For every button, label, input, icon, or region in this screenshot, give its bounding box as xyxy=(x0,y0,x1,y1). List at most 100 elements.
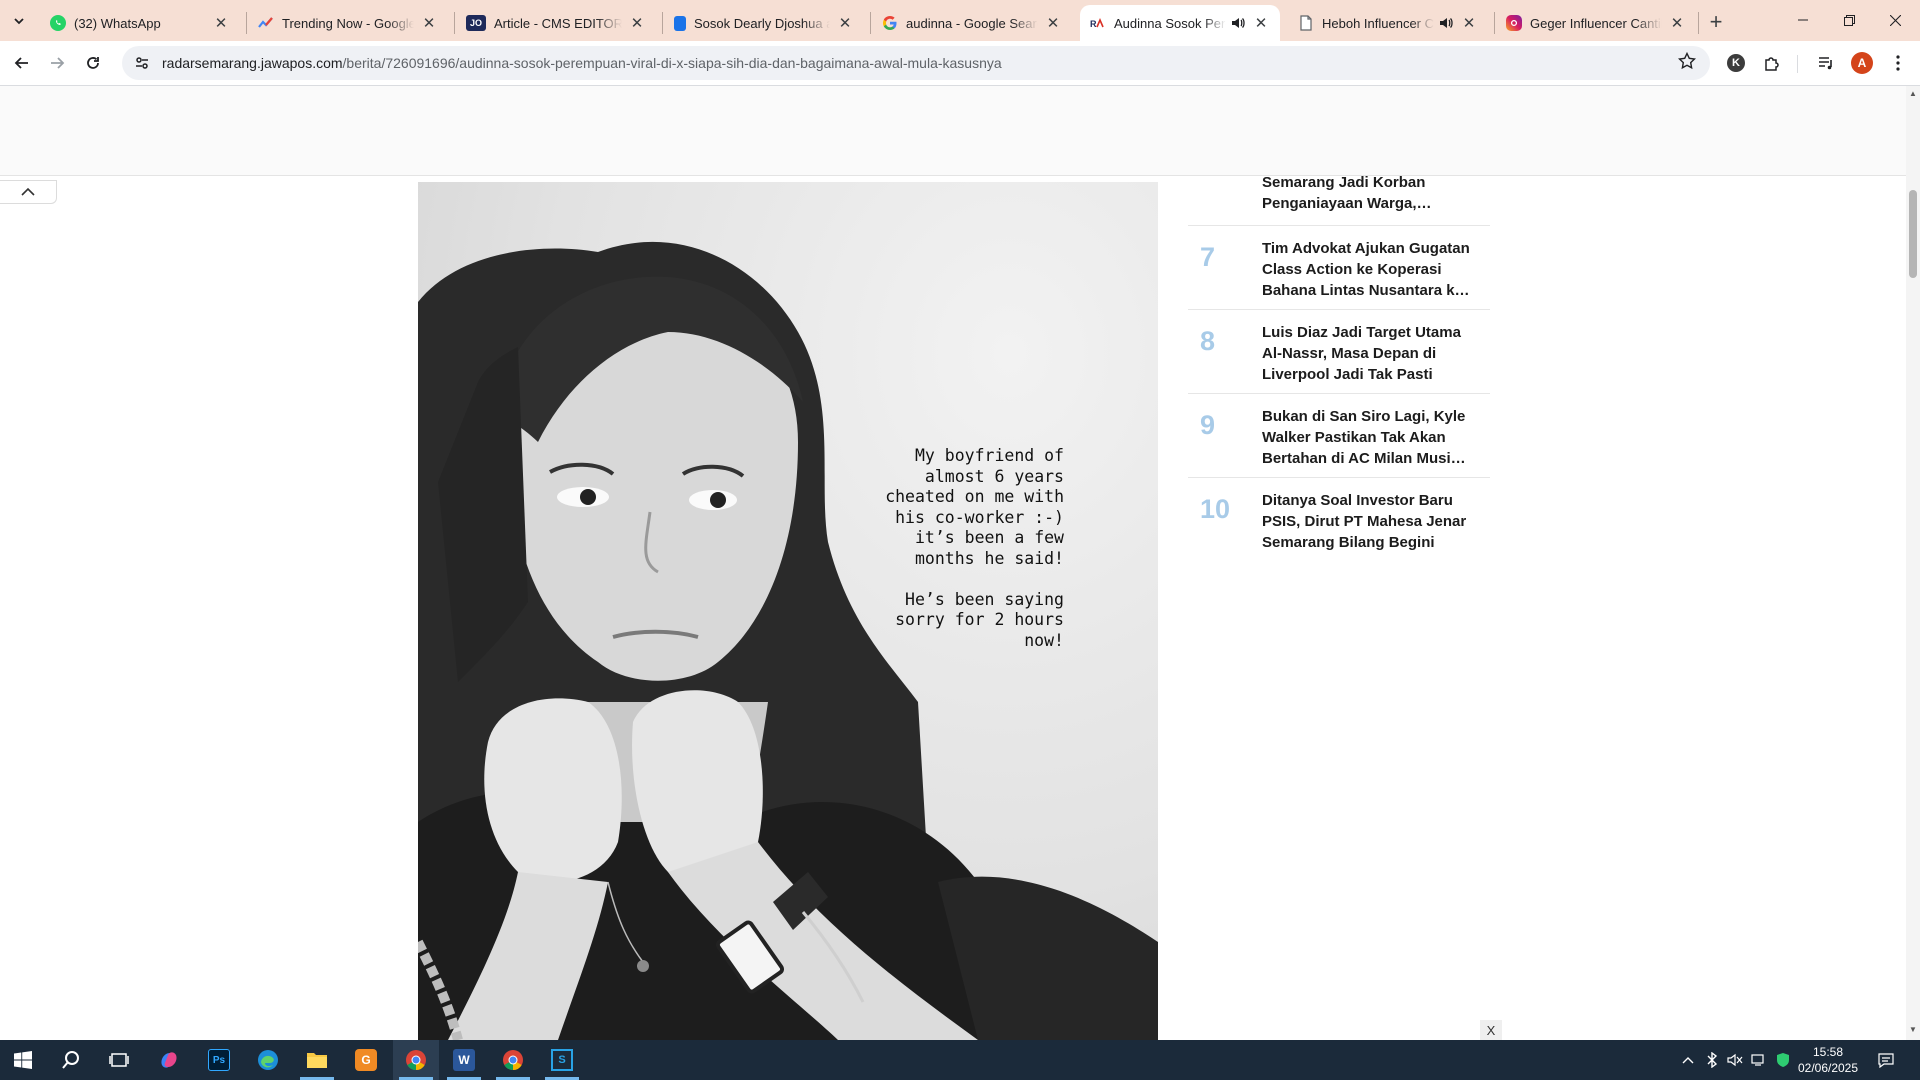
speaker-icon[interactable] xyxy=(1438,15,1454,31)
close-icon[interactable]: ✕ xyxy=(836,14,854,32)
tab-whatsapp[interactable]: (32) WhatsApp ✕ xyxy=(40,5,240,41)
reload-button[interactable] xyxy=(78,48,108,78)
volume-tray[interactable] xyxy=(1724,1040,1746,1080)
taskbar-app-chrome[interactable] xyxy=(393,1040,439,1080)
notification-icon xyxy=(1878,1053,1894,1068)
notifications-button[interactable] xyxy=(1872,1040,1900,1080)
close-icon[interactable]: ✕ xyxy=(1668,14,1686,32)
bookmark-star-button[interactable] xyxy=(1677,51,1700,74)
tab-separator xyxy=(870,12,871,34)
taskbar-app-blue[interactable]: S xyxy=(539,1040,585,1080)
speaker-icon[interactable] xyxy=(1230,15,1246,31)
taskbar-clock[interactable]: 15:58 02/06/2025 xyxy=(1788,1044,1868,1076)
tab-geger-influencer[interactable]: Geger Influencer Cantik S ✕ xyxy=(1496,5,1696,41)
close-window-button[interactable] xyxy=(1872,0,1918,40)
copilot-icon xyxy=(161,1052,177,1068)
tab-strip: (32) WhatsApp ✕ Trending Now - Google Tr… xyxy=(0,0,1920,41)
close-icon[interactable]: ✕ xyxy=(420,14,438,32)
tab-google-search[interactable]: audinna - Google Search ✕ xyxy=(872,5,1072,41)
trending-item-title[interactable]: Bukan di San Siro Lagi, Kyle Walker Past… xyxy=(1262,406,1484,469)
tab-heboh-influencer[interactable]: Heboh Influencer Cantik ✕ xyxy=(1288,5,1488,41)
tab-separator xyxy=(454,12,455,34)
extensions-button[interactable] xyxy=(1758,49,1786,77)
bluetooth-tray[interactable] xyxy=(1702,1040,1722,1080)
network-tray[interactable] xyxy=(1748,1040,1770,1080)
trending-item[interactable]: 8 Luis Diaz Jadi Target Utama Al-Nassr, … xyxy=(1188,310,1490,394)
url-path: /berita/726091696/audinna-sosok-perempua… xyxy=(342,55,1002,71)
browser-toolbar: radarsemarang.jawapos.com/berita/7260916… xyxy=(0,41,1920,86)
back-button[interactable] xyxy=(7,48,37,78)
tab-google-trends[interactable]: Trending Now - Google Trends ✕ xyxy=(248,5,448,41)
trending-item[interactable]: 9 Bukan di San Siro Lagi, Kyle Walker Pa… xyxy=(1188,394,1490,478)
folder-icon xyxy=(307,1053,327,1068)
tune-icon xyxy=(136,57,148,69)
tab-audinna-active[interactable]: R Audinna Sosok Perempuan ✕ xyxy=(1080,5,1280,41)
collapse-header-button[interactable] xyxy=(0,180,57,204)
trending-item-title[interactable]: Semarang Jadi Korban Penganiayaan Warga,… xyxy=(1262,172,1484,214)
site-info-button[interactable] xyxy=(126,47,158,79)
svg-text:R: R xyxy=(1090,19,1097,29)
tab-search-button[interactable] xyxy=(6,8,32,34)
reload-icon xyxy=(87,57,99,69)
tab-title: Trending Now - Google Trends xyxy=(282,15,414,31)
windows-logo-icon xyxy=(14,1051,32,1069)
page-scrollbar[interactable]: ▲ ▼ xyxy=(1906,86,1920,1040)
edge-icon xyxy=(258,1050,278,1070)
tab-title: (32) WhatsApp xyxy=(74,15,161,31)
scrollbar-thumb[interactable] xyxy=(1909,190,1917,278)
close-icon[interactable]: ✕ xyxy=(1252,14,1270,32)
trending-item-title[interactable]: Ditanya Soal Investor Baru PSIS, Dirut P… xyxy=(1262,490,1484,553)
tab-title: Sosok Dearly Djoshua atau xyxy=(694,15,830,31)
taskbar-app-chrome-profile[interactable] xyxy=(490,1040,536,1080)
show-hidden-icons-button[interactable] xyxy=(1678,1040,1698,1080)
trending-item-number: 8 xyxy=(1200,326,1216,356)
jawapos-icon: R xyxy=(1090,15,1106,31)
close-icon[interactable]: ✕ xyxy=(212,14,230,32)
address-bar[interactable]: radarsemarang.jawapos.com/berita/7260916… xyxy=(122,46,1710,80)
extension-k-button[interactable]: K xyxy=(1722,49,1750,77)
trending-item[interactable]: 7 Tim Advokat Ajukan Gugatan Class Actio… xyxy=(1188,226,1490,310)
profile-button[interactable]: A xyxy=(1848,49,1876,77)
tab-title: audinna - Google Search xyxy=(906,15,1038,31)
doc-icon xyxy=(674,15,686,31)
taskbar-app-copilot[interactable] xyxy=(146,1040,192,1080)
close-icon[interactable]: ✕ xyxy=(628,14,646,32)
taskbar-app-word[interactable]: W xyxy=(441,1040,487,1080)
tab-cms-editor[interactable]: JO Article - CMS EDITOR ✕ xyxy=(456,5,656,41)
tab-title: Audinna Sosok Perempuan xyxy=(1114,15,1226,31)
search-button[interactable] xyxy=(48,1040,94,1080)
trending-item[interactable]: 10 Ditanya Soal Investor Baru PSIS, Diru… xyxy=(1188,478,1490,562)
forward-button[interactable] xyxy=(42,48,72,78)
media-control-button[interactable] xyxy=(1812,49,1840,77)
scroll-up-arrow[interactable]: ▲ xyxy=(1909,90,1917,98)
trending-item-title[interactable]: Tim Advokat Ajukan Gugatan Class Action … xyxy=(1262,238,1484,301)
new-tab-button[interactable]: + xyxy=(1702,8,1730,36)
scroll-down-arrow[interactable]: ▼ xyxy=(1909,1026,1917,1034)
close-icon[interactable]: ✕ xyxy=(1044,14,1062,32)
tab-separator xyxy=(662,12,663,34)
taskbar-app-orange[interactable]: G xyxy=(343,1040,389,1080)
tab-sosok-dearly[interactable]: Sosok Dearly Djoshua atau ✕ xyxy=(664,5,864,41)
chevron-up-icon xyxy=(21,187,35,196)
playlist-music-icon xyxy=(1819,57,1832,70)
start-button[interactable] xyxy=(0,1040,46,1080)
task-view-button[interactable] xyxy=(96,1040,142,1080)
taskbar-app-edge[interactable] xyxy=(245,1040,291,1080)
taskbar-app-photoshop[interactable]: Ps xyxy=(196,1040,242,1080)
trending-item-title[interactable]: Luis Diaz Jadi Target Utama Al-Nassr, Ma… xyxy=(1262,322,1484,385)
arrow-right-icon xyxy=(51,57,65,69)
chrome-icon xyxy=(406,1050,426,1071)
close-icon[interactable]: ✕ xyxy=(1460,14,1478,32)
restore-button[interactable] xyxy=(1826,0,1872,40)
tab-title: Geger Influencer Cantik S xyxy=(1530,15,1662,31)
minimize-button[interactable] xyxy=(1780,0,1826,40)
chrome-menu-button[interactable] xyxy=(1884,49,1912,77)
url-text: radarsemarang.jawapos.com/berita/7260916… xyxy=(162,55,1002,71)
url-host: radarsemarang.jawapos.com xyxy=(162,55,343,71)
tab-title: Article - CMS EDITOR xyxy=(494,15,622,31)
close-ad-button[interactable]: X xyxy=(1480,1020,1502,1040)
task-view-icon xyxy=(109,1053,129,1067)
trending-item[interactable]: Semarang Jadi Korban Penganiayaan Warga,… xyxy=(1188,86,1490,226)
avatar: A xyxy=(1851,52,1873,74)
taskbar-app-file-explorer[interactable] xyxy=(294,1040,340,1080)
